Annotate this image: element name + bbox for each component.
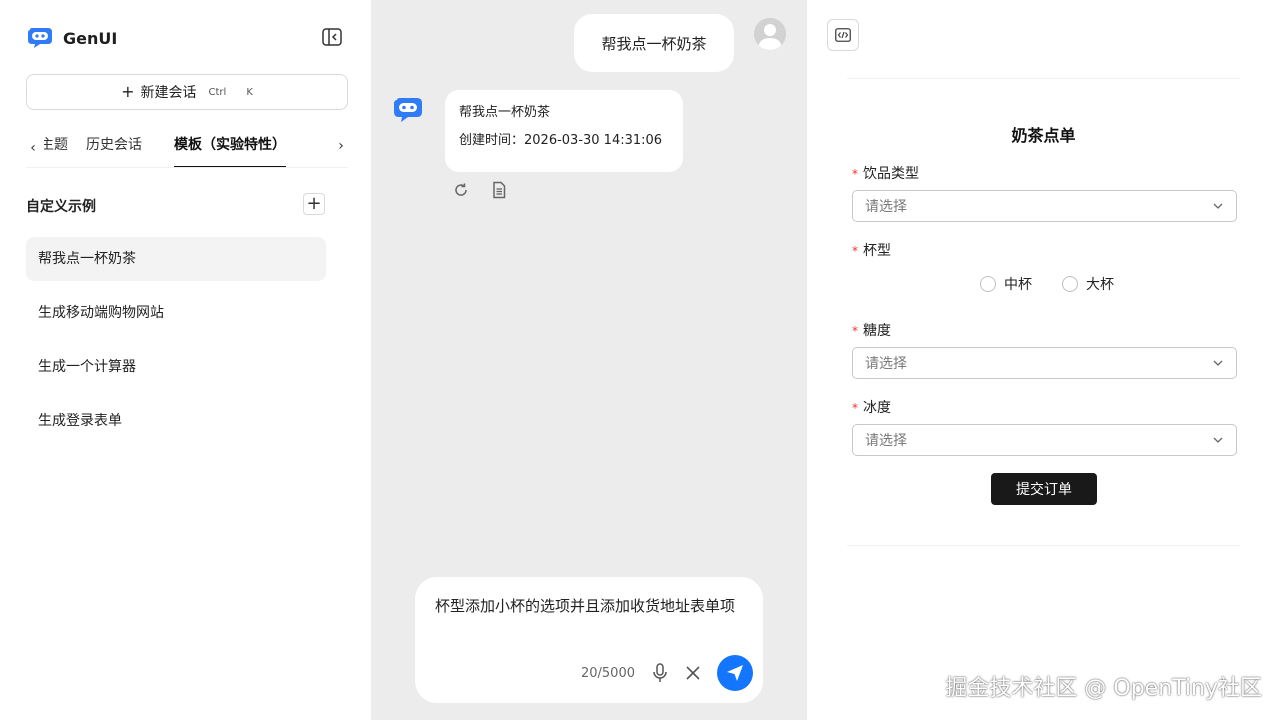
- cup-size-option-label: 中杯: [1004, 277, 1032, 293]
- chevron-down-icon: [1213, 203, 1223, 209]
- ice-select[interactable]: 请选择: [852, 424, 1237, 456]
- submit-order-button[interactable]: 提交订单: [991, 473, 1097, 505]
- sidebar-tabs: ‹ 主题 历史会话 模板（实验特性） ›: [26, 128, 348, 168]
- example-item[interactable]: 帮我点一杯奶茶: [26, 237, 326, 281]
- preview-panel: 奶茶点单 * 饮品类型 请选择 * 杯型 中杯 大杯 * 糖度 请选择 * 冰度 请选择…: [807, 0, 1280, 720]
- chat-area: 帮我点一杯奶茶 帮我点一杯奶茶 创建时间：2026-03-30 14:31:06…: [372, 0, 807, 720]
- sugar-placeholder: 请选择: [865, 356, 907, 372]
- send-button[interactable]: [717, 655, 753, 691]
- user-avatar: [754, 18, 786, 50]
- user-message: 帮我点一杯奶茶: [574, 14, 734, 72]
- shortcut-ctrl: Ctrl: [208, 86, 227, 98]
- example-list: 帮我点一杯奶茶 生成移动端购物网站 生成一个计算器 生成登录表单: [26, 237, 326, 453]
- required-mark: *: [852, 324, 858, 338]
- bot-message: 帮我点一杯奶茶 创建时间：2026-03-30 14:31:06: [445, 90, 683, 172]
- sugar-select[interactable]: 请选择: [852, 347, 1237, 379]
- preview-divider: [847, 545, 1240, 546]
- ice-placeholder: 请选择: [865, 433, 907, 449]
- cup-size-option-label: 大杯: [1086, 277, 1114, 293]
- document-icon[interactable]: [490, 181, 508, 199]
- new-chat-label: 新建会话: [140, 85, 197, 101]
- message-composer[interactable]: 杯型添加小杯的选项并且添加收货地址表单项 20/5000: [415, 577, 763, 703]
- composer-input[interactable]: 杯型添加小杯的选项并且添加收货地址表单项: [435, 593, 747, 619]
- drink-type-select[interactable]: 请选择: [852, 190, 1237, 222]
- radio-circle[interactable]: [980, 276, 996, 292]
- add-example-button[interactable]: +: [303, 193, 325, 215]
- genui-logo-icon: [28, 28, 52, 48]
- char-counter: 20/5000: [580, 665, 635, 681]
- cup-size-label: * 杯型: [852, 240, 891, 260]
- watermark: 掘金技术社区 @ OpenTiny社区: [945, 676, 1262, 701]
- form-title: 奶茶点单: [1011, 126, 1076, 145]
- plus-icon: +: [306, 193, 322, 214]
- chevron-down-icon: [1213, 437, 1223, 443]
- cup-size-label-text: 杯型: [863, 243, 891, 259]
- refresh-icon[interactable]: [452, 181, 470, 199]
- cup-size-option-large[interactable]: 大杯: [1062, 274, 1114, 294]
- tab-history[interactable]: 历史会话: [86, 128, 142, 168]
- example-item[interactable]: 生成登录表单: [26, 399, 326, 443]
- view-code-button[interactable]: [827, 19, 859, 51]
- sugar-label: * 糖度: [852, 320, 891, 340]
- brand-name: GenUI: [63, 28, 118, 48]
- drink-type-label-text: 饮品类型: [863, 166, 919, 182]
- radio-circle[interactable]: [1062, 276, 1078, 292]
- shortcut-key: K: [246, 86, 253, 98]
- bot-message-created: 创建时间：2026-03-30 14:31:06: [459, 133, 663, 148]
- bot-message-actions: [452, 181, 508, 199]
- user-avatar-icon: [754, 18, 786, 50]
- example-item[interactable]: 生成一个计算器: [26, 345, 326, 389]
- brand: GenUI: [26, 26, 117, 50]
- bot-avatar-icon: [394, 98, 422, 122]
- tab-theme[interactable]: 主题: [44, 128, 68, 168]
- custom-examples-title: 自定义示例: [26, 199, 96, 215]
- collapse-sidebar-icon[interactable]: [322, 28, 342, 46]
- example-item[interactable]: 生成移动端购物网站: [26, 291, 326, 335]
- microphone-icon[interactable]: [651, 663, 669, 683]
- cup-size-option-medium[interactable]: 中杯: [980, 274, 1032, 294]
- tabs-scroll-left-icon[interactable]: ‹: [26, 140, 40, 156]
- chevron-down-icon: [1213, 360, 1223, 366]
- sidebar: GenUI + 新建会话 Ctrl K ‹ 主题 历史会话 模板（实验特性） ›…: [0, 0, 372, 720]
- tabs-scroll-right-icon[interactable]: ›: [334, 138, 348, 154]
- sugar-label-text: 糖度: [863, 323, 891, 339]
- code-icon: [835, 28, 851, 42]
- drink-type-placeholder: 请选择: [865, 199, 907, 215]
- new-chat-button[interactable]: + 新建会话 Ctrl K: [26, 74, 348, 110]
- send-icon: [727, 665, 743, 681]
- required-mark: *: [852, 167, 858, 181]
- clear-icon[interactable]: [685, 665, 701, 681]
- plus-icon: +: [121, 82, 135, 101]
- ice-label: * 冰度: [852, 397, 891, 417]
- composer-toolbar: 20/5000: [581, 655, 753, 691]
- tab-templates[interactable]: 模板（实验特性）: [174, 128, 286, 168]
- preview-divider: [847, 78, 1240, 79]
- bot-message-title: 帮我点一杯奶茶: [459, 105, 551, 120]
- ice-label-text: 冰度: [863, 400, 891, 416]
- required-mark: *: [852, 401, 858, 415]
- cup-size-radio-group: 中杯 大杯: [980, 274, 1114, 294]
- tabs-divider: [26, 167, 348, 168]
- drink-type-label: * 饮品类型: [852, 163, 919, 183]
- required-mark: *: [852, 244, 858, 258]
